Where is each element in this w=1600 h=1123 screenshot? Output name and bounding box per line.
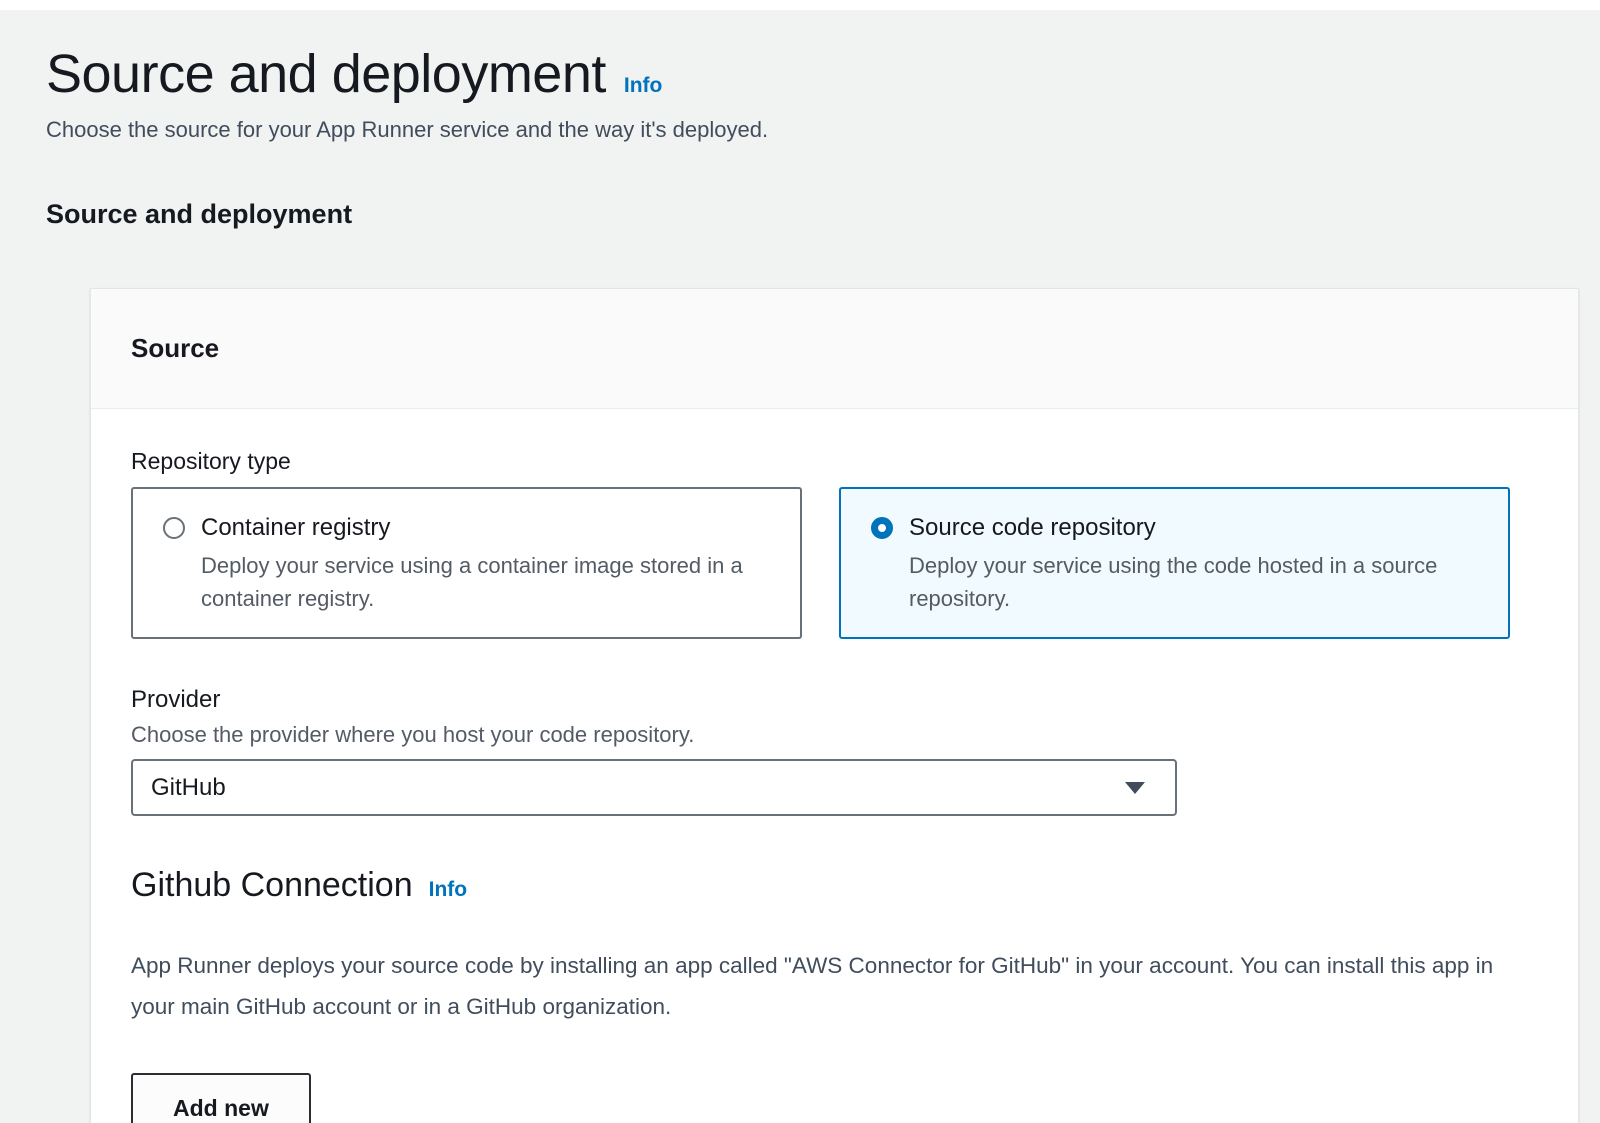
page-subtitle: Choose the source for your App Runner se…: [46, 115, 1600, 145]
tile-title: Container registry: [201, 513, 761, 543]
provider-selected-value: GitHub: [151, 774, 226, 802]
github-connection-info-link[interactable]: Info: [429, 878, 467, 902]
github-connection-section: Github Connection Info App Runner deploy…: [131, 866, 1538, 1123]
provider-section: Provider Choose the provider where you h…: [131, 685, 1538, 816]
top-strip: [0, 0, 1600, 10]
tile-content: Source code repository Deploy your servi…: [909, 513, 1469, 615]
provider-select[interactable]: GitHub: [131, 759, 1177, 816]
tile-description: Deploy your service using a container im…: [201, 549, 761, 615]
provider-description: Choose the provider where you host your …: [131, 721, 1538, 749]
provider-label: Provider: [131, 685, 1538, 715]
tile-title: Source code repository: [909, 513, 1469, 543]
radio-unselected-icon[interactable]: [163, 517, 185, 539]
page-title-info-link[interactable]: Info: [624, 74, 662, 98]
section-heading: Source and deployment: [46, 199, 1600, 230]
repository-type-options: Container registry Deploy your service u…: [131, 487, 1538, 639]
source-card-body: Repository type Container registry Deplo…: [91, 409, 1578, 1123]
source-card-header: Source: [91, 289, 1578, 409]
github-connection-header: Github Connection Info: [131, 866, 1538, 905]
main-content: Source and deployment Info Choose the so…: [0, 10, 1600, 1123]
source-card: Source Repository type Container registr…: [90, 288, 1579, 1123]
source-card-title: Source: [131, 333, 219, 363]
caret-down-icon: [1125, 782, 1145, 794]
tile-description: Deploy your service using the code hoste…: [909, 549, 1469, 615]
github-connection-title: Github Connection: [131, 866, 413, 905]
add-new-button[interactable]: Add new: [131, 1073, 311, 1123]
page-header: Source and deployment Info: [46, 43, 1600, 105]
repository-type-label: Repository type: [131, 447, 1538, 475]
tile-content: Container registry Deploy your service u…: [201, 513, 761, 615]
tile-container-registry[interactable]: Container registry Deploy your service u…: [131, 487, 802, 639]
page-title: Source and deployment: [46, 43, 606, 105]
github-connection-text: App Runner deploys your source code by i…: [131, 945, 1503, 1027]
radio-selected-icon[interactable]: [871, 517, 893, 539]
tile-source-code-repository[interactable]: Source code repository Deploy your servi…: [839, 487, 1510, 639]
